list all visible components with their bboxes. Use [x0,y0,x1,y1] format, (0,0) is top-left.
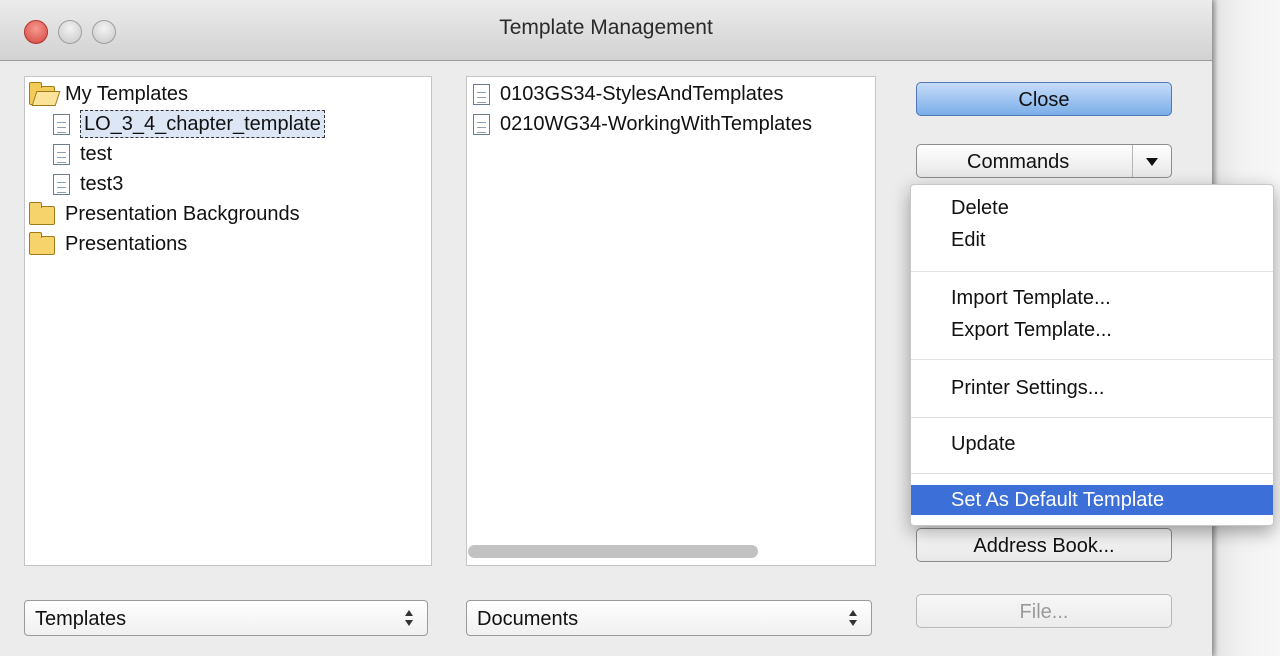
menu-item-export-template[interactable]: Export Template... [911,315,1273,345]
menu-item-printer-settings[interactable]: Printer Settings... [911,373,1273,403]
file-button: File... [916,594,1172,628]
template-management-dialog: Template Management My Templates LO_3_4_… [0,0,1274,656]
categories-panel[interactable]: My Templates LO_3_4_chapter_template tes… [24,76,432,566]
menu-separator [911,473,1273,474]
menu-item-set-as-default-template[interactable]: Set As Default Template [911,485,1273,515]
templates-select-value: Templates [35,608,127,630]
folder-icon [29,231,55,255]
commands-button[interactable]: Commands [916,144,1172,178]
documents-select-value: Documents [477,608,579,630]
list-item-label: 0103GS34-StylesAndTemplates [500,83,784,105]
up-down-arrows-icon [405,607,415,629]
documents-panel[interactable]: 0103GS34-StylesAndTemplates 0210WG34-Wor… [466,76,876,566]
tree-item-label-selected: LO_3_4_chapter_template [80,110,325,138]
templates-select[interactable]: Templates [24,600,428,636]
tree-item-presentations[interactable]: Presentations [29,229,187,259]
chevron-down-icon[interactable] [1132,145,1171,177]
tree-item-test3[interactable]: test3 [53,169,123,199]
document-icon [53,113,70,135]
tree-item-my-templates[interactable]: My Templates [29,79,188,109]
menu-item-update[interactable]: Update [911,429,1273,459]
list-item-0210wg34[interactable]: 0210WG34-WorkingWithTemplates [473,109,812,139]
window-title: Template Management [499,16,713,39]
list-item-label: 0210WG34-WorkingWithTemplates [500,113,812,135]
tree-item-test[interactable]: test [53,139,112,169]
tree-item-label: test3 [80,173,124,195]
tree-item-label: My Templates [65,83,189,105]
document-icon [473,113,490,135]
menu-separator [911,417,1273,418]
address-book-button[interactable]: Address Book... [916,528,1172,562]
folder-open-icon [29,81,55,105]
tree-item-lo-3-4-chapter-template[interactable]: LO_3_4_chapter_template [53,109,325,139]
commands-menu: Delete Edit Import Template... Export Te… [910,184,1274,526]
commands-button-label: Commands [967,151,1070,173]
menu-item-edit[interactable]: Edit [911,225,1273,255]
horizontal-scrollbar-thumb[interactable] [468,545,758,558]
document-icon [53,173,70,195]
menu-item-import-template[interactable]: Import Template... [911,283,1273,313]
menu-item-delete[interactable]: Delete [911,193,1273,223]
menu-separator [911,359,1273,360]
documents-select[interactable]: Documents [466,600,872,636]
up-down-arrows-icon [849,607,859,629]
tree-item-label: test [80,143,113,165]
menu-separator [911,271,1273,272]
list-item-0103gs34[interactable]: 0103GS34-StylesAndTemplates [473,79,784,109]
close-button[interactable]: Close [916,82,1172,116]
tree-item-label: Presentation Backgrounds [65,203,300,225]
document-icon [53,143,70,165]
tree-item-presentation-backgrounds[interactable]: Presentation Backgrounds [29,199,300,229]
folder-icon [29,201,55,225]
title-bar[interactable]: Template Management [0,0,1212,61]
tree-item-label: Presentations [65,233,188,255]
document-icon [473,83,490,105]
